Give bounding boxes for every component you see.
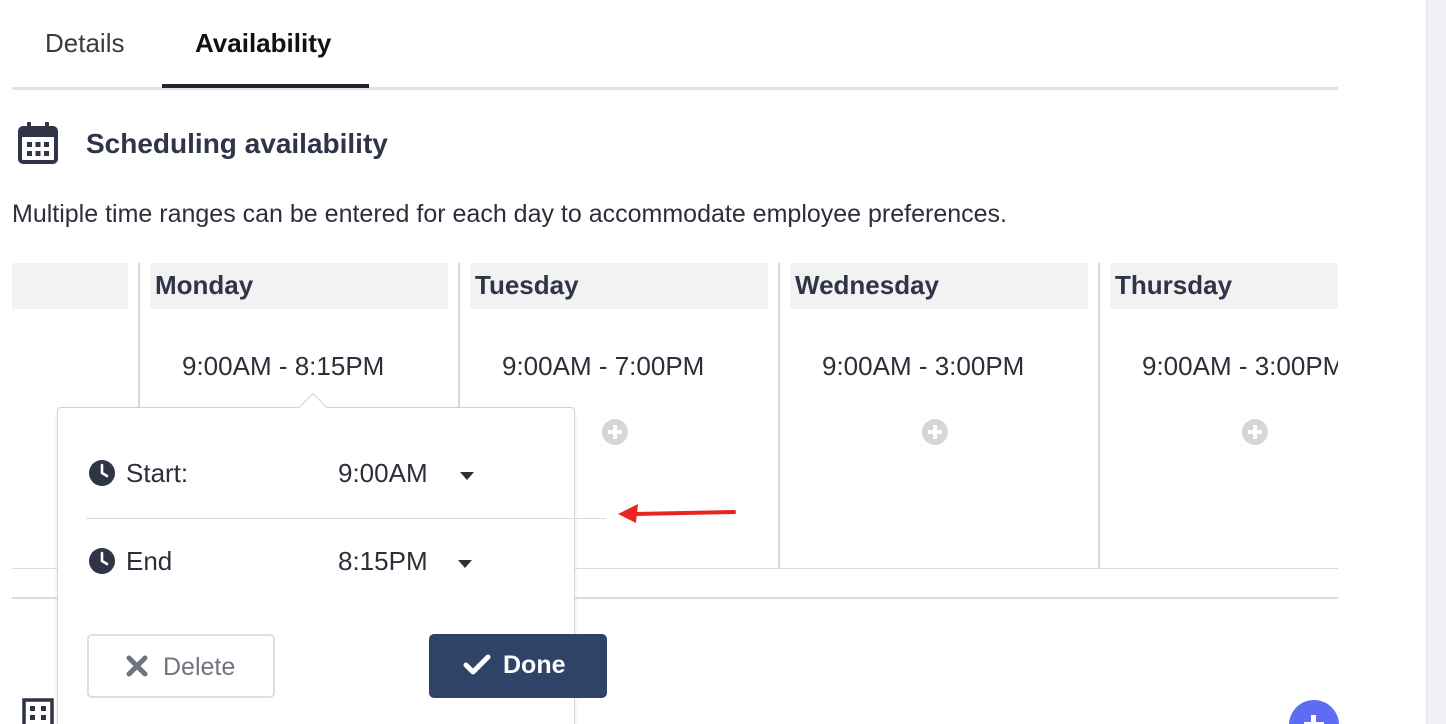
time-range-monday[interactable]: 9:00AM - 8:15PM: [182, 351, 384, 382]
clock-icon: [89, 460, 115, 486]
chevron-down-icon[interactable]: [460, 472, 474, 480]
building-icon: [22, 698, 54, 724]
start-time-row: Start: 9:00AM: [88, 453, 508, 493]
column-separator: [778, 263, 780, 569]
chevron-down-icon[interactable]: [458, 560, 472, 568]
day-header-thursday: Thursday: [1110, 263, 1338, 309]
right-scroll-rail: [1426, 0, 1446, 724]
start-label: Start:: [126, 458, 189, 488]
section-title: Scheduling availability: [86, 128, 388, 159]
day-header-monday: Monday: [150, 263, 448, 309]
delete-button-label: Delete: [163, 653, 236, 681]
delete-button[interactable]: Delete: [87, 634, 275, 698]
done-button[interactable]: Done: [429, 634, 607, 698]
tab-availability[interactable]: Availability: [195, 28, 331, 59]
end-time-row: End 8:15PM: [88, 541, 508, 581]
day-header-wednesday: Wednesday: [790, 263, 1088, 309]
time-range-popover: Start: 9:00AM End 8:15PM Delete Done: [57, 392, 607, 724]
red-arrow-annotation: [618, 504, 736, 523]
time-range-tuesday[interactable]: 9:00AM - 7:00PM: [502, 351, 704, 382]
add-range-icon-thursday[interactable]: [1242, 419, 1268, 445]
end-time-select[interactable]: 8:15PM: [338, 546, 428, 577]
done-button-label: Done: [503, 651, 566, 679]
time-range-wednesday[interactable]: 9:00AM - 3:00PM: [822, 351, 1024, 382]
close-icon: [126, 655, 148, 677]
active-tab-indicator: [162, 84, 369, 88]
tab-details[interactable]: Details: [45, 28, 124, 59]
column-separator: [1098, 263, 1100, 569]
clock-icon: [89, 548, 115, 574]
calendar-icon: [18, 122, 58, 164]
check-icon: [463, 654, 491, 675]
add-fab-button[interactable]: [1289, 700, 1339, 724]
start-time-select[interactable]: 9:00AM: [338, 458, 428, 489]
day-header-tuesday: Tuesday: [470, 263, 768, 309]
end-label: End: [126, 546, 173, 576]
add-range-icon-wednesday[interactable]: [922, 419, 948, 445]
section-description: Multiple time ranges can be entered for …: [12, 200, 1007, 228]
popover-divider: [86, 518, 606, 519]
add-range-icon-tuesday[interactable]: [602, 419, 628, 445]
time-range-thursday[interactable]: 9:00AM - 3:00PM: [1142, 351, 1338, 382]
day-header-blank: [12, 263, 128, 309]
tab-bar: Details Availability: [12, 0, 1338, 90]
